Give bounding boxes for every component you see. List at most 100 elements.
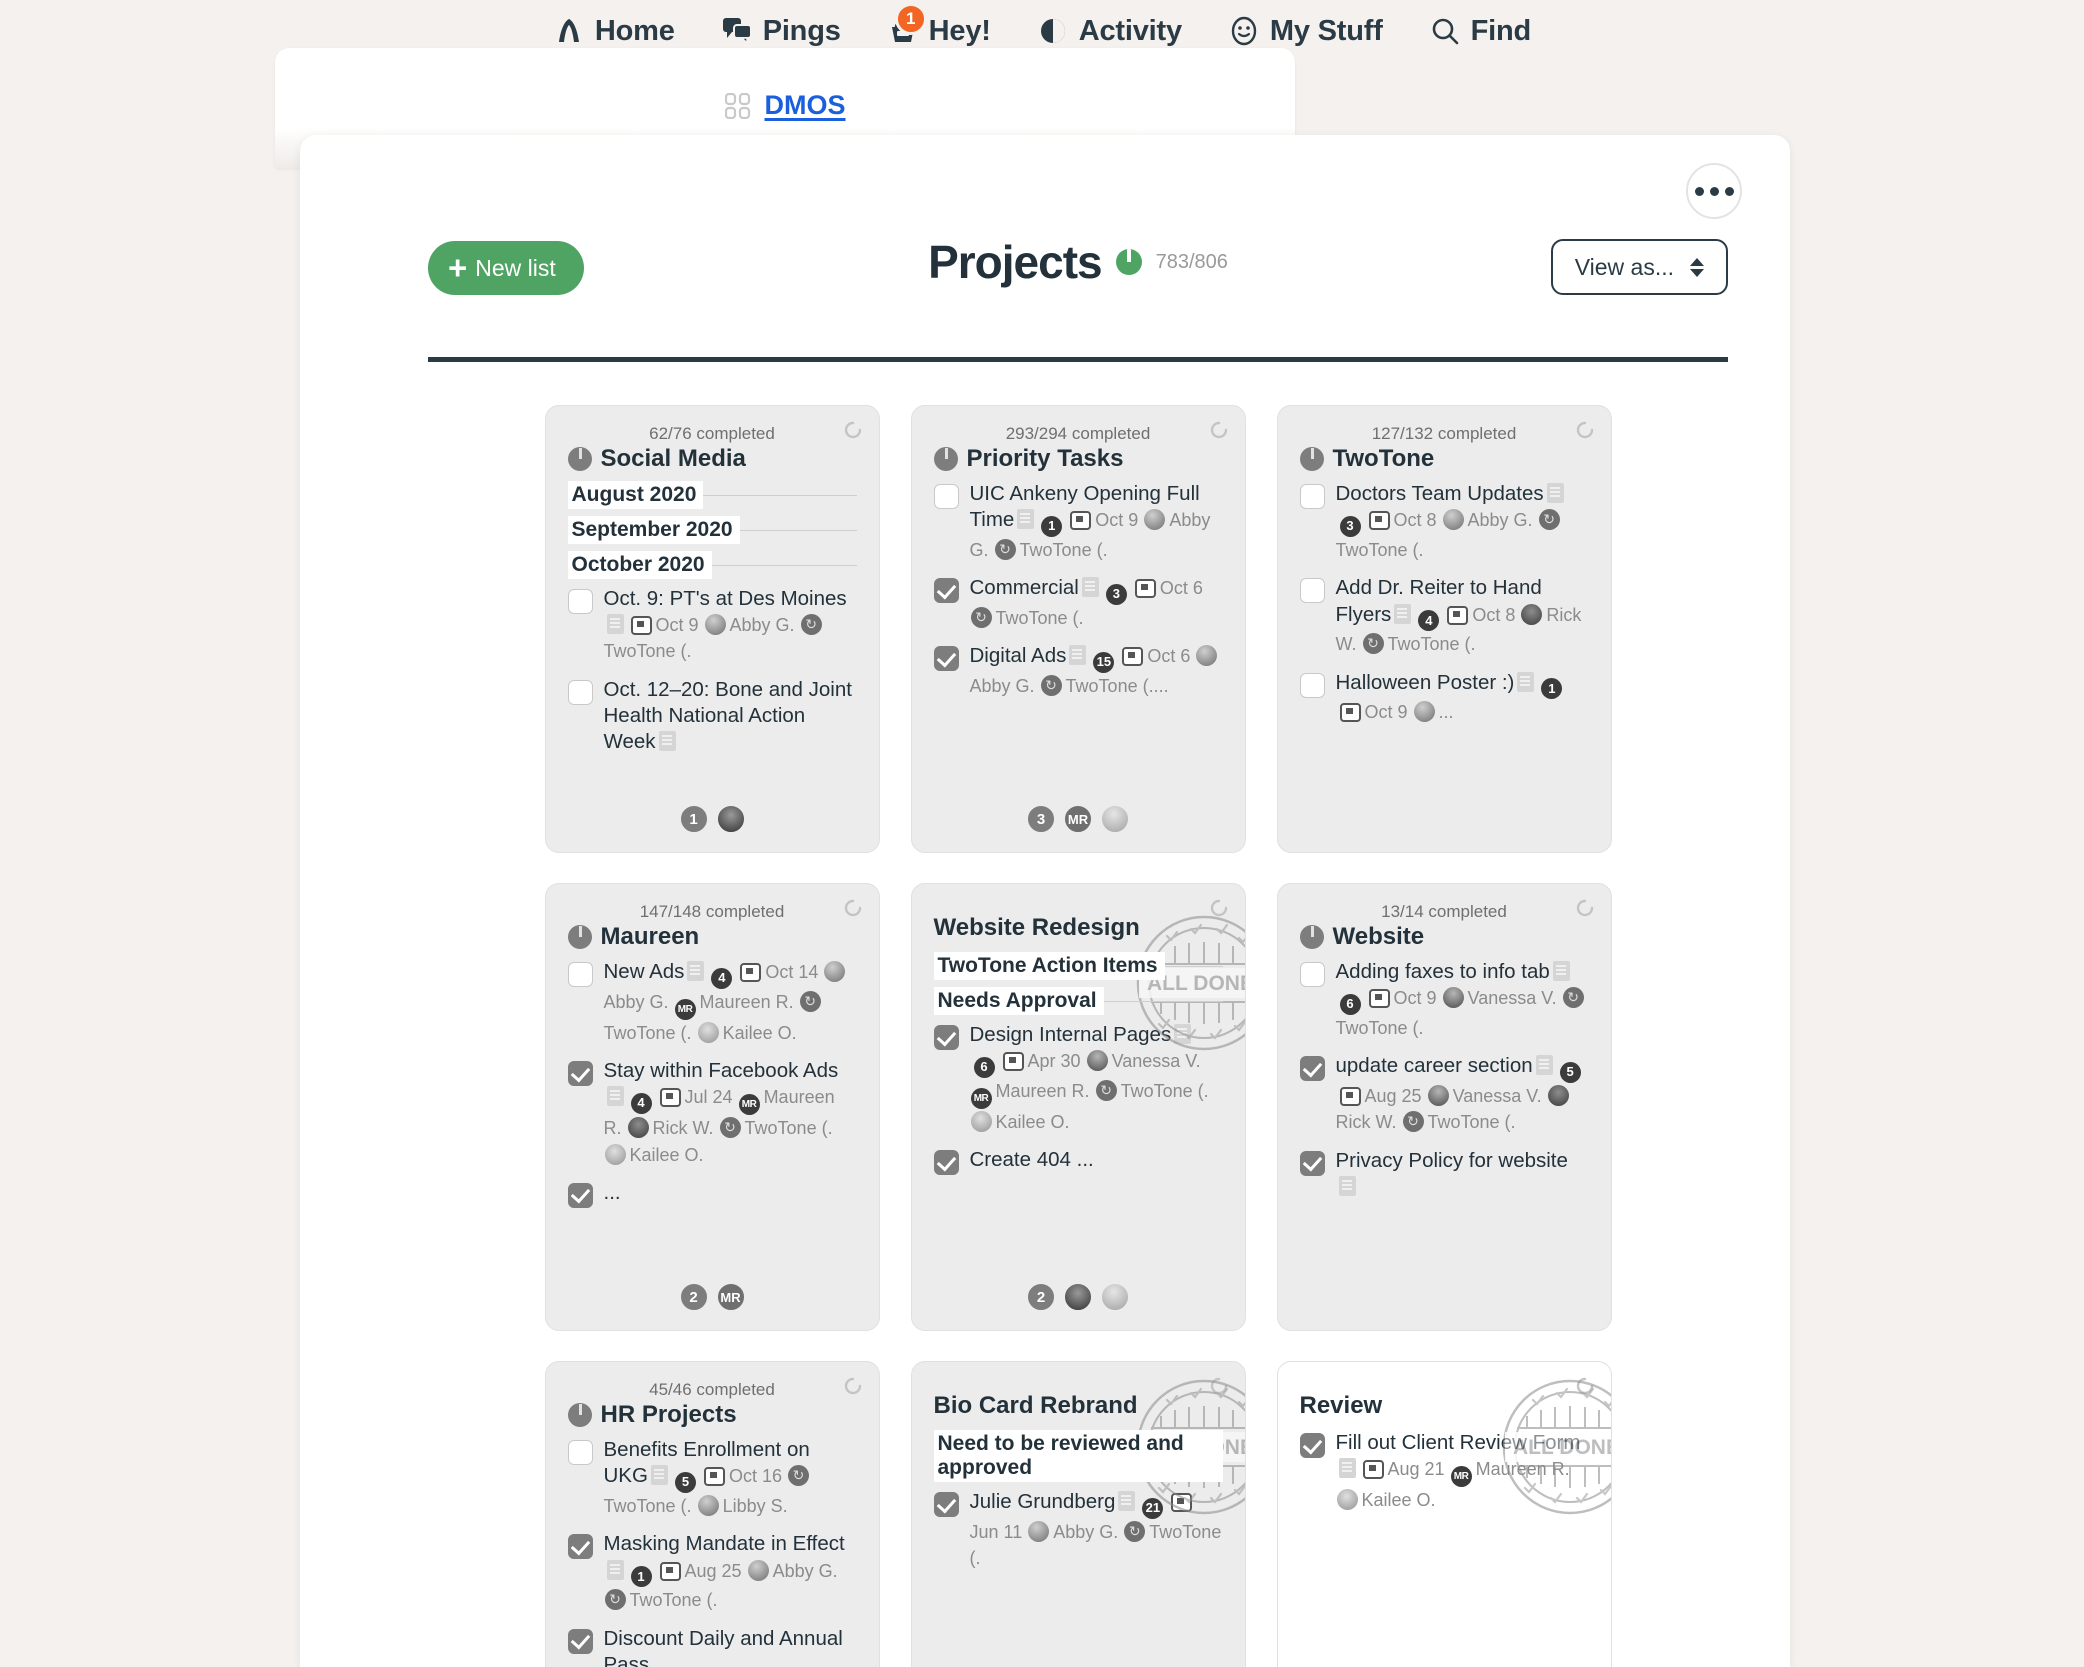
card-title: Website: [1332, 923, 1425, 950]
footer-avatar[interactable]: 2: [678, 1282, 709, 1312]
refresh-icon[interactable]: [1209, 1376, 1229, 1396]
project-card[interactable]: Website Redesign TwoTone Action Items Need…: [910, 883, 1246, 1331]
footer-avatar[interactable]: MR: [715, 1282, 746, 1312]
todo-body: Add Dr. Reiter to Hand Flyers 4 Oct 8 Rick…: [1336, 575, 1589, 657]
todo-checkbox[interactable]: [933, 578, 959, 604]
todo-checkbox[interactable]: [933, 1150, 959, 1176]
todo-body: update career section 5Aug 25 Vanessa V. …: [1336, 1053, 1589, 1135]
todo-due-date: Aug 25: [1364, 1086, 1422, 1107]
refresh-icon[interactable]: [843, 1376, 863, 1396]
avatar: [799, 990, 821, 1012]
todo-item[interactable]: Oct. 9: PT's at Des MoinesOct 9 Abby G. …: [567, 586, 857, 665]
todo-checkbox[interactable]: [567, 1440, 593, 1465]
document-icon: [606, 1086, 624, 1107]
todo-body: Digital Ads 15 Oct 6 Abby G. TwoTone (....: [970, 643, 1223, 699]
footer-avatar[interactable]: [1100, 804, 1130, 834]
footer-avatar[interactable]: MR: [1063, 804, 1093, 834]
project-card[interactable]: Review Fill out Client Review Form Aug 21 …: [1276, 1361, 1612, 1667]
todo-checkbox[interactable]: [567, 1182, 593, 1208]
todo-checkbox[interactable]: [1299, 1056, 1325, 1082]
footer-avatar[interactable]: 3: [1026, 804, 1056, 834]
project-card[interactable]: 147/148 completed Maureen New Ads 4 Oct 14 A…: [544, 883, 880, 1331]
todo-checkbox[interactable]: [933, 484, 959, 509]
calendar-icon: [1134, 579, 1156, 599]
todo-checkbox[interactable]: [933, 646, 959, 672]
refresh-icon[interactable]: [1575, 420, 1595, 440]
todo-item[interactable]: Julie Grundberg21Jun 11 Abby G. TwoTone …: [933, 1489, 1223, 1571]
nav-item-activity[interactable]: Activity: [1037, 15, 1182, 48]
project-card[interactable]: 13/14 completed Website Adding faxes to in…: [1276, 883, 1612, 1331]
footer-avatar[interactable]: [1063, 1282, 1093, 1312]
todo-item[interactable]: Privacy Policy for website: [1299, 1148, 1589, 1200]
refresh-icon[interactable]: [1209, 898, 1229, 918]
todo-item[interactable]: Doctors Team Updates 3 Oct 8 Abby G. TwoTo…: [1299, 481, 1589, 563]
todo-checkbox[interactable]: [1299, 1150, 1325, 1176]
todo-checkbox[interactable]: [567, 1061, 593, 1087]
todo-item[interactable]: Oct. 12–20: Bone and Joint Health Nation…: [567, 677, 857, 756]
todo-item[interactable]: ...: [567, 1180, 857, 1208]
todo-body: New Ads 4 Oct 14 Abby G. MRMaureen R. TwoT…: [604, 959, 857, 1046]
nav-item-home[interactable]: Home: [553, 15, 675, 48]
todo-checkbox[interactable]: [933, 1492, 959, 1517]
todo-item[interactable]: New Ads 4 Oct 14 Abby G. MRMaureen R. TwoT…: [567, 959, 857, 1046]
project-card[interactable]: 45/46 completed HR Projects Benefits Enrol…: [544, 1361, 880, 1667]
card-completed-count: 62/76 completed: [649, 424, 775, 443]
card-title-row: HR Projects: [567, 1401, 857, 1429]
view-as-select[interactable]: View as...: [1550, 239, 1728, 295]
refresh-icon[interactable]: [843, 420, 863, 440]
todo-item[interactable]: Design Internal Pages6 Apr 30 Vanessa V. …: [933, 1022, 1223, 1135]
todo-item[interactable]: Create 404 ...: [933, 1147, 1223, 1176]
nav-item-label: Hey!: [928, 14, 991, 47]
overflow-menu-button[interactable]: [1686, 163, 1742, 219]
nav-item-mystuff[interactable]: My Stuff: [1228, 15, 1383, 48]
todo-item[interactable]: Commercial 3 Oct 6 TwoTone (.: [933, 575, 1223, 631]
refresh-icon[interactable]: [1209, 420, 1229, 440]
footer-avatar[interactable]: [1100, 1282, 1130, 1312]
search-icon: [1429, 15, 1461, 47]
calendar-icon: [1339, 1087, 1361, 1107]
todo-due-date: Oct 8: [1472, 604, 1516, 625]
todo-checkbox[interactable]: [567, 679, 593, 705]
footer-avatar[interactable]: 1: [678, 804, 709, 834]
todo-item[interactable]: Digital Ads 15 Oct 6 Abby G. TwoTone (....: [933, 643, 1223, 699]
todo-item[interactable]: Adding faxes to info tab 6 Oct 9 Vanessa V…: [1299, 959, 1589, 1041]
refresh-icon[interactable]: [1575, 1376, 1595, 1396]
todo-item[interactable]: Discount Daily and Annual Pass...: [567, 1626, 857, 1667]
todo-item[interactable]: Add Dr. Reiter to Hand Flyers 4 Oct 8 Rick…: [1299, 575, 1589, 657]
todo-item[interactable]: Halloween Poster :) 1 Oct 9 ...: [1299, 670, 1589, 726]
todo-checkbox[interactable]: [567, 1628, 593, 1654]
footer-avatar[interactable]: 2: [1026, 1282, 1056, 1312]
todo-checkbox[interactable]: [1299, 672, 1325, 698]
todo-checkbox[interactable]: [567, 1534, 593, 1560]
project-card[interactable]: 127/132 completed TwoTone Doctors Team Upd…: [1276, 405, 1612, 853]
account-name-link[interactable]: DMOS: [765, 90, 846, 121]
todo-due-date: Jun 11: [969, 1521, 1023, 1542]
todo-checkbox[interactable]: [1299, 484, 1325, 509]
todo-item[interactable]: UIC Ankeny Opening Full Time 1 Oct 9 Abby …: [933, 481, 1223, 563]
nav-item-hey[interactable]: 1 Hey!: [887, 2, 991, 48]
todo-item[interactable]: Stay within Facebook Ads4 Jul 24 MR Mauree…: [567, 1058, 857, 1168]
todo-checkbox[interactable]: [567, 589, 593, 614]
card-title-row: Website: [1299, 923, 1589, 951]
project-card[interactable]: 62/76 completed Social Media August 2020 Se…: [544, 405, 880, 853]
refresh-icon[interactable]: [1575, 898, 1595, 918]
nav-item-pings[interactable]: Pings: [721, 15, 841, 48]
todo-group-label: Needs Approval: [933, 987, 1104, 1015]
todo-item[interactable]: Masking Mandate in Effect 1 Aug 25 Abby G.…: [567, 1531, 857, 1613]
todo-item[interactable]: Fill out Client Review Form Aug 21 MR Maur…: [1299, 1430, 1589, 1513]
todo-checkbox[interactable]: [1299, 962, 1325, 987]
avatar: [1442, 509, 1464, 531]
project-card[interactable]: Bio Card Rebrand Need to be reviewed and …: [910, 1361, 1246, 1667]
todo-checkbox[interactable]: [1299, 1433, 1325, 1458]
refresh-icon[interactable]: [843, 898, 863, 918]
todo-checkbox[interactable]: [933, 1025, 959, 1050]
todo-item[interactable]: Benefits Enrollment on UKG5Oct 16 TwoTon…: [567, 1437, 857, 1519]
todo-checkbox[interactable]: [567, 962, 593, 987]
footer-avatar[interactable]: [715, 804, 746, 834]
card-completed-count: 127/132 completed: [1371, 424, 1517, 443]
nav-item-find[interactable]: Find: [1429, 15, 1531, 48]
todo-item[interactable]: update career section 5Aug 25 Vanessa V. …: [1299, 1053, 1589, 1135]
todo-checkbox[interactable]: [1299, 578, 1325, 604]
todo-body: Doctors Team Updates 3 Oct 8 Abby G. TwoTo…: [1336, 481, 1589, 563]
project-card[interactable]: 293/294 completed Priority Tasks UIC Anken…: [910, 405, 1246, 853]
